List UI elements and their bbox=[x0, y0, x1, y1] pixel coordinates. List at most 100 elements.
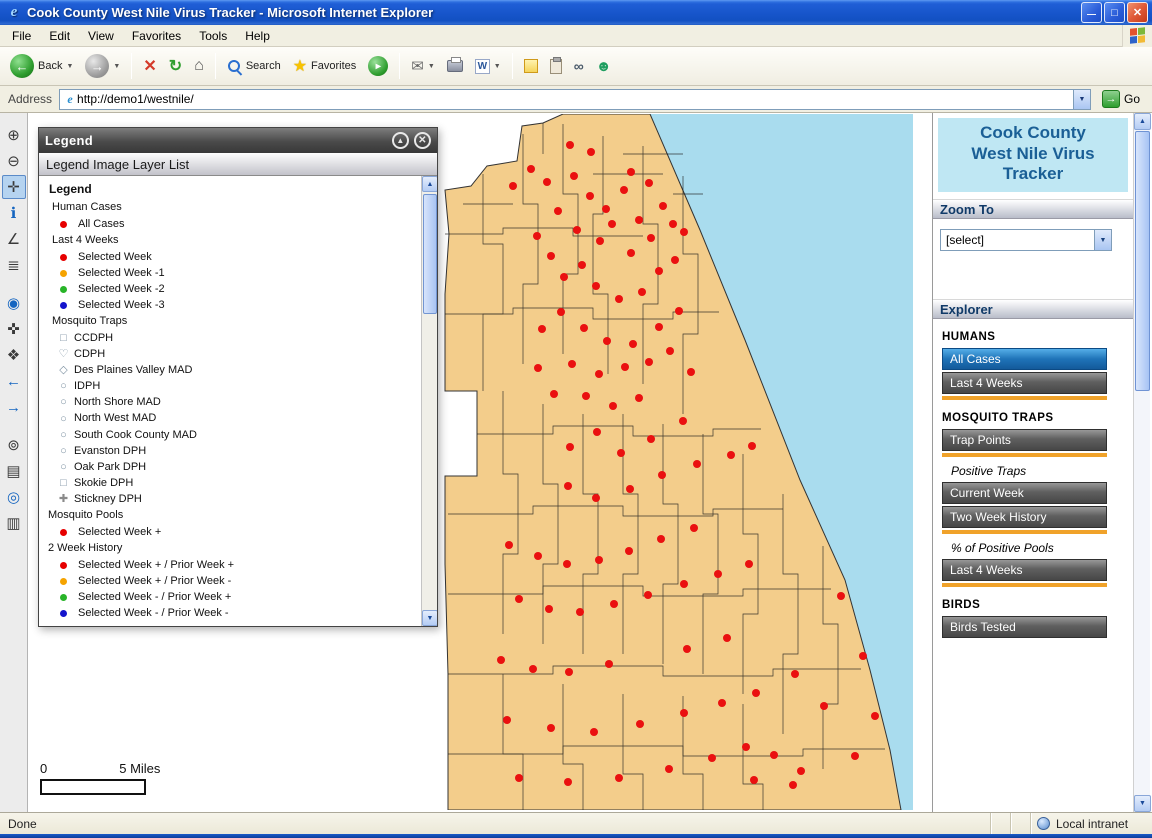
toolbar-separator bbox=[131, 53, 132, 79]
button-all-cases[interactable]: All Cases bbox=[942, 348, 1107, 370]
zoom-out-tool[interactable]: ⊖ bbox=[2, 149, 26, 173]
forward-button[interactable]: → ▼ bbox=[80, 51, 125, 81]
intranet-globe-icon bbox=[1037, 817, 1050, 830]
menu-favorites[interactable]: Favorites bbox=[123, 26, 190, 46]
button-current-week[interactable]: Current Week bbox=[942, 482, 1107, 504]
toolbar-separator bbox=[399, 53, 400, 79]
section-label-birds: BIRDS bbox=[942, 599, 1133, 611]
legend-marker-cross-icon: ✚ bbox=[56, 491, 71, 507]
sidebar: Cook County West Nile Virus Tracker Zoom… bbox=[932, 113, 1133, 812]
scroll-up-icon[interactable]: ▲ bbox=[422, 176, 437, 192]
attribute-table-icon: ▤ bbox=[6, 464, 20, 479]
address-input[interactable] bbox=[77, 91, 1073, 108]
scroll-thumb[interactable] bbox=[423, 194, 437, 314]
refresh-icon: ↻ bbox=[169, 56, 182, 76]
back-extent-icon: ← bbox=[6, 374, 21, 389]
home-button[interactable]: ⌂ bbox=[189, 54, 209, 78]
menu-view[interactable]: View bbox=[79, 26, 123, 46]
stop-icon: ✕ bbox=[143, 56, 156, 76]
legend-collapse-button[interactable]: ▲ bbox=[392, 132, 409, 149]
go-button[interactable]: → Go bbox=[1095, 90, 1147, 108]
scale-zero-label: 0 bbox=[40, 761, 47, 776]
scroll-down-icon[interactable]: ▼ bbox=[1134, 795, 1151, 812]
measure-tool[interactable]: ∠ bbox=[2, 227, 26, 251]
legend-row: Selected Week -2 bbox=[39, 281, 421, 297]
menu-help[interactable]: Help bbox=[236, 26, 279, 46]
back-button[interactable]: ← Back ▼ bbox=[5, 51, 78, 81]
legend-row-label: Selected Week -3 bbox=[78, 299, 165, 311]
search-label: Search bbox=[246, 60, 281, 72]
search-button[interactable]: Search bbox=[222, 56, 286, 77]
legend-row: ○IDPH bbox=[39, 378, 421, 394]
windows-flag-icon bbox=[1130, 27, 1145, 44]
page-scrollbar[interactable]: ▲ ▼ bbox=[1133, 113, 1150, 812]
window-titlebar: e Cook County West Nile Virus Tracker - … bbox=[0, 0, 1152, 25]
zoom-selected-tool[interactable]: ❖ bbox=[2, 343, 26, 367]
identify-tool[interactable]: ℹ bbox=[2, 201, 26, 225]
scroll-down-icon[interactable]: ▼ bbox=[422, 610, 437, 626]
minimize-button[interactable]: — bbox=[1081, 2, 1102, 23]
media-button[interactable]: ▸ bbox=[363, 53, 393, 79]
legend-row: Human Cases bbox=[39, 199, 421, 216]
print-tool[interactable]: ▥ bbox=[2, 511, 26, 535]
map-canvas[interactable] bbox=[443, 114, 913, 810]
clipboard-button[interactable] bbox=[545, 56, 567, 77]
button-birds-tested[interactable]: Birds Tested bbox=[942, 616, 1107, 638]
messenger-button[interactable]: ☻ bbox=[591, 55, 617, 78]
button-last-4-weeks[interactable]: Last 4 Weeks bbox=[942, 559, 1107, 581]
button-trap-points[interactable]: Trap Points bbox=[942, 429, 1107, 451]
legend-scrollbar[interactable]: ▲ ▼ bbox=[421, 176, 437, 626]
overview-map-tool[interactable]: ◎ bbox=[2, 485, 26, 509]
menu-tools[interactable]: Tools bbox=[190, 26, 236, 46]
legend-row-label: Mosquito Pools bbox=[48, 509, 123, 521]
discuss-button[interactable] bbox=[519, 56, 543, 76]
legend-marker-circle-icon: ○ bbox=[56, 443, 71, 459]
stop-button[interactable]: ✕ bbox=[138, 53, 161, 79]
button-last-4-weeks[interactable]: Last 4 Weeks bbox=[942, 372, 1107, 394]
word-dropdown-icon: ▼ bbox=[494, 63, 501, 70]
back-extent-tool[interactable]: ← bbox=[2, 369, 26, 393]
button-two-week-history[interactable]: Two Week History bbox=[942, 506, 1107, 528]
print-button[interactable] bbox=[442, 57, 468, 75]
menu-file[interactable]: File bbox=[3, 26, 40, 46]
legend-row: Legend bbox=[39, 180, 421, 199]
set-units-tool[interactable]: ≣ bbox=[2, 253, 26, 277]
query-tool[interactable]: ⊚ bbox=[2, 433, 26, 457]
zoom-to-select[interactable]: [select] ▼ bbox=[940, 229, 1112, 251]
legend-row: ✚Stickney DPH bbox=[39, 491, 421, 507]
legend-row-label: Skokie DPH bbox=[74, 477, 133, 489]
legend-body: LegendHuman CasesAll CasesLast 4 WeeksSe… bbox=[39, 176, 437, 626]
legend-row-label: Evanston DPH bbox=[74, 445, 146, 457]
favorites-button[interactable]: ★ Favorites bbox=[288, 53, 362, 79]
legend-row: □CCDPH bbox=[39, 330, 421, 346]
close-button[interactable]: ✕ bbox=[1127, 2, 1148, 23]
scroll-up-icon[interactable]: ▲ bbox=[1134, 113, 1151, 130]
chevron-down-icon[interactable]: ▼ bbox=[1094, 230, 1111, 250]
research-button[interactable]: ∞ bbox=[569, 55, 589, 77]
refresh-button[interactable]: ↻ bbox=[164, 53, 187, 79]
zoom-active-layer-tool[interactable]: ✜ bbox=[2, 317, 26, 341]
legend-row-label: CCDPH bbox=[74, 332, 113, 344]
pan-tool[interactable]: ✛ bbox=[2, 175, 26, 199]
full-extent-tool[interactable]: ◉ bbox=[2, 291, 26, 315]
scroll-thumb[interactable] bbox=[1135, 131, 1150, 391]
legend-marker-dot-icon bbox=[60, 562, 67, 569]
maximize-button[interactable]: □ bbox=[1104, 2, 1125, 23]
edit-with-word-button[interactable]: W ▼ bbox=[470, 56, 506, 77]
zoom-active-layer-icon: ✜ bbox=[7, 322, 20, 337]
accent-divider bbox=[942, 583, 1107, 587]
accent-divider bbox=[942, 453, 1107, 457]
throbber bbox=[1122, 25, 1152, 47]
forward-extent-tool[interactable]: → bbox=[2, 395, 26, 419]
zoom-in-tool[interactable]: ⊕ bbox=[2, 123, 26, 147]
security-zone-pane: Local intranet bbox=[1030, 813, 1152, 834]
mail-button[interactable]: ✉ ▼ bbox=[406, 54, 440, 78]
address-dropdown-button[interactable]: ▼ bbox=[1073, 90, 1090, 109]
legend-marker-circle-icon: ○ bbox=[56, 427, 71, 443]
legend-row-label: Des Plaines Valley MAD bbox=[74, 364, 192, 376]
legend-close-button[interactable]: ✕ bbox=[414, 132, 431, 149]
attribute-table-tool[interactable]: ▤ bbox=[2, 459, 26, 483]
section-label-mosquito-traps: MOSQUITO TRAPS bbox=[942, 412, 1133, 424]
menu-edit[interactable]: Edit bbox=[40, 26, 79, 46]
research-binoculars-icon: ∞ bbox=[574, 58, 584, 74]
